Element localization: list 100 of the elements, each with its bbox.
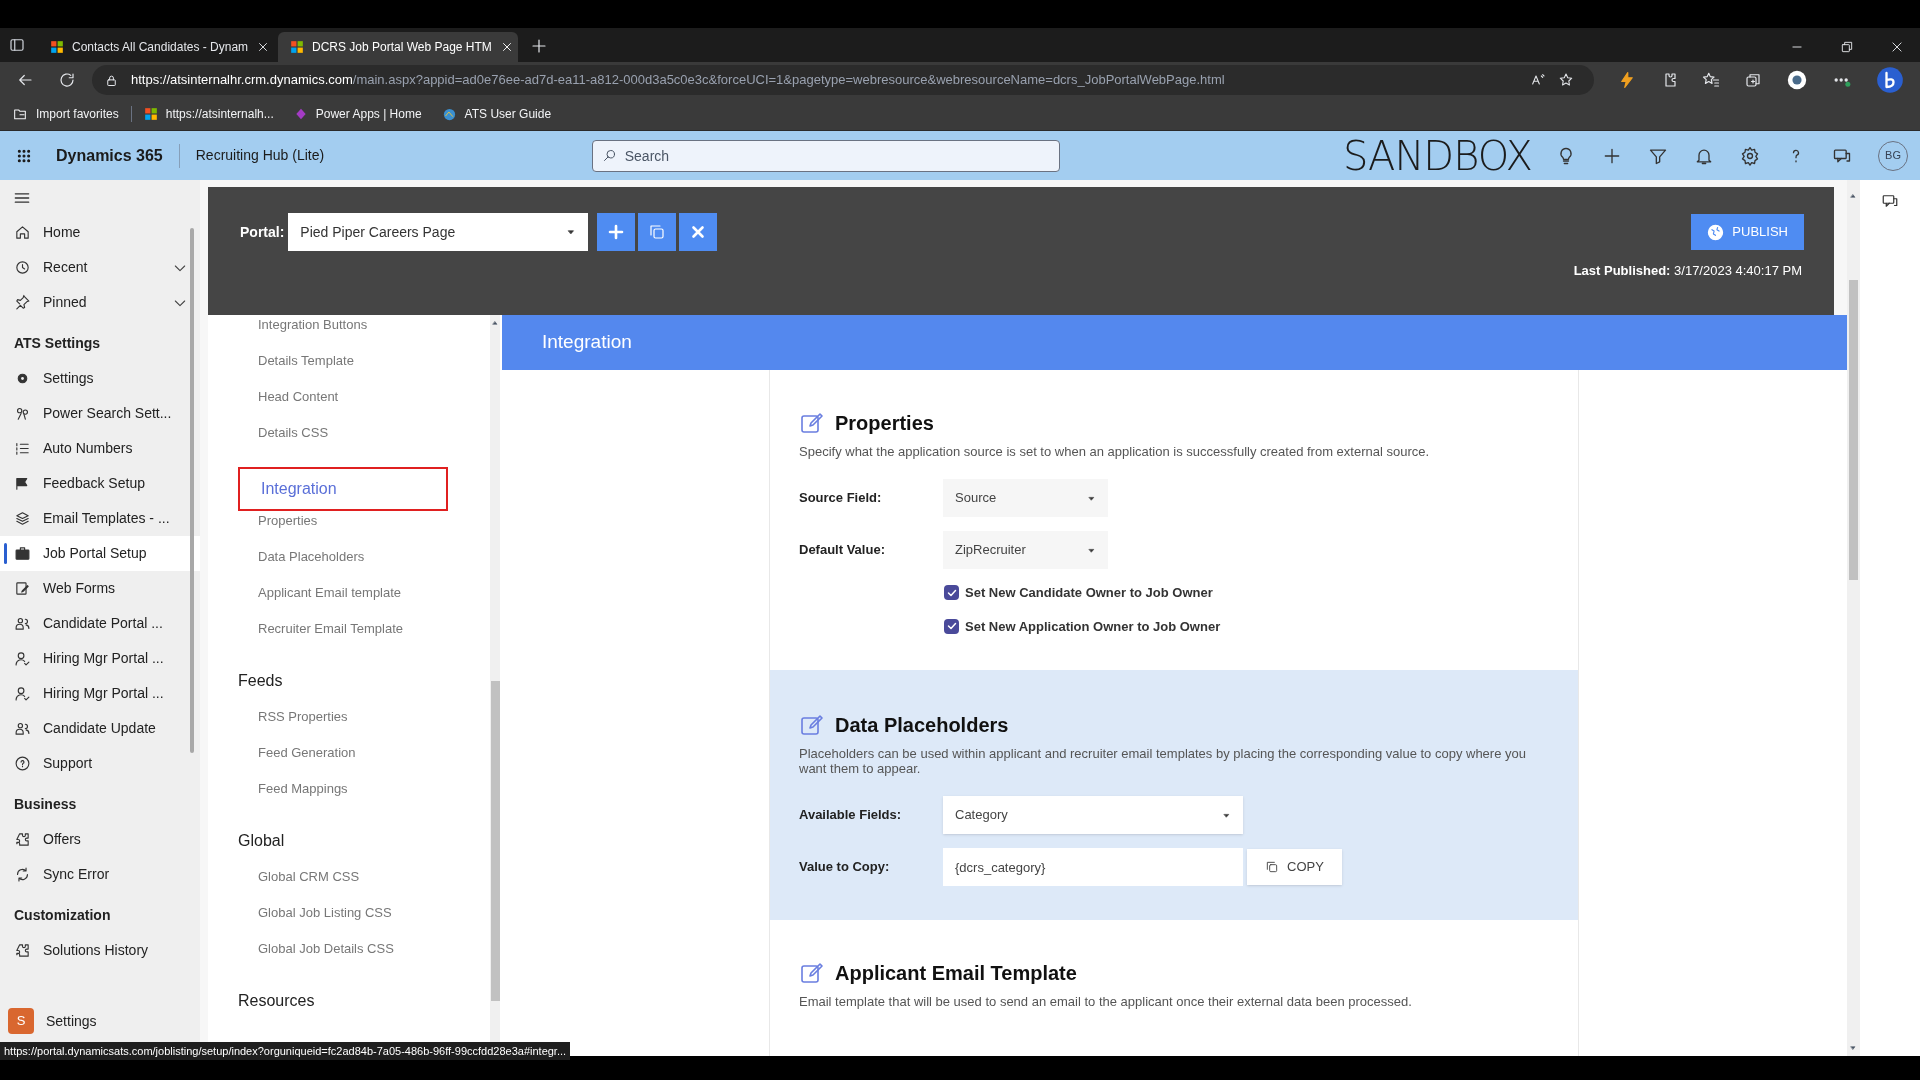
profile-icon[interactable] xyxy=(1786,69,1808,91)
copilot-icon[interactable] xyxy=(1876,66,1904,94)
new-tab-icon[interactable] xyxy=(530,37,548,55)
tab-actions-icon[interactable] xyxy=(8,36,26,54)
sidebar-item[interactable]: Email Templates - ... xyxy=(0,501,200,536)
add-button[interactable] xyxy=(597,213,636,251)
sidebar-item[interactable]: Candidate Portal ... xyxy=(0,606,200,641)
address-bar[interactable]: https://atsinternalhr.crm.dynamics.com/main.aspx?appid=ad0e76ee-ad7d-ea11-a812-000d3a5c0e3c&forceUCI=1&pagetype=webresource&webresourceName=dcrs_JobPortalWebPage.html xyxy=(92,65,1594,95)
globe-icon xyxy=(1707,223,1725,241)
person-icon xyxy=(14,650,31,667)
section-nav-item[interactable]: Head Content xyxy=(208,379,490,415)
restore-icon[interactable] xyxy=(1840,40,1854,54)
select-field[interactable]: Category xyxy=(943,796,1243,834)
sidebar-item[interactable]: Hiring Mgr Portal ... xyxy=(0,641,200,676)
puzzle-icon xyxy=(14,942,31,959)
sidebar-item[interactable]: Job Portal Setup xyxy=(0,536,200,571)
sync-icon xyxy=(14,866,31,883)
sidebar-item[interactable]: Offers xyxy=(0,822,200,857)
section-title: Properties xyxy=(835,411,934,436)
browser-tab[interactable]: Contacts All Candidates - Dynam xyxy=(38,32,278,62)
portal-label: Portal: xyxy=(240,222,285,242)
section-nav-item[interactable]: Global Job Listing CSS xyxy=(208,895,490,931)
field-label: Value to Copy: xyxy=(799,858,891,877)
favorites-icon[interactable] xyxy=(1702,71,1720,89)
scroll-up-icon[interactable] xyxy=(1849,192,1857,200)
sidebar-item[interactable]: Solutions History xyxy=(0,933,200,968)
section-description: Placeholders can be used within applicant and recruiter email templates by placing the corresponding value to copy where you want them to appear. xyxy=(799,746,1527,776)
sidebar-item[interactable]: Recent xyxy=(0,250,200,285)
field-label: Default Value: xyxy=(799,541,886,560)
pin-icon xyxy=(14,294,31,311)
bookmark[interactable]: https://atsinternalh... xyxy=(143,105,274,123)
section-nav-item[interactable]: Details CSS xyxy=(208,415,490,451)
lightning-icon[interactable] xyxy=(1618,71,1636,89)
copy-button[interactable]: COPY xyxy=(1247,849,1342,885)
section-nav-item[interactable]: RSS Properties xyxy=(208,699,490,735)
area-switcher[interactable]: Settings xyxy=(46,1010,97,1032)
select-field[interactable]: ZipRecruiter xyxy=(943,531,1108,569)
scroll-down-icon[interactable] xyxy=(1849,1044,1857,1052)
sidebar-item[interactable]: Support xyxy=(0,746,200,781)
section-nav-item[interactable]: Feed Mappings xyxy=(208,771,490,807)
collections-icon[interactable] xyxy=(1744,71,1762,89)
sidebar-heading: Customization xyxy=(13,906,112,925)
sidebar-item[interactable]: Hiring Mgr Portal ... xyxy=(0,676,200,711)
environment-label: SANDBOX xyxy=(1342,135,1532,176)
app-name: Recruiting Hub (Lite) xyxy=(194,146,326,165)
section-description: Specify what the application source is set to when an application is successfully created from external source. xyxy=(799,444,1431,459)
portal-select[interactable]: Pied Piper Careers Page xyxy=(288,213,589,251)
section-nav-item[interactable]: Data Placeholders xyxy=(208,539,490,575)
section-nav-item[interactable]: Global Job Details CSS xyxy=(208,931,490,967)
section-nav-item[interactable]: Integration Buttons xyxy=(208,315,490,343)
sidebar-item[interactable]: Auto Numbers xyxy=(0,431,200,466)
numbered-list-icon xyxy=(14,440,31,457)
scrollbar-thumb[interactable] xyxy=(190,228,194,753)
chat-icon[interactable] xyxy=(1881,192,1899,210)
scrollbar-thumb[interactable] xyxy=(1849,280,1858,580)
section-nav-group[interactable]: Resources xyxy=(238,983,490,1019)
edit-icon xyxy=(799,411,823,435)
browser-tab[interactable]: DCRS Job Portal Web Page HTM xyxy=(278,32,518,62)
people-icon xyxy=(14,720,31,737)
sidebar-item[interactable]: Power Search Sett... xyxy=(0,396,200,431)
globe-icon xyxy=(441,106,457,122)
status-url-tooltip: https://portal.dynamicsats.com/joblisting/setup/index?orguniqueid=fc2ad84b-7a05-486b-96ff-99ccfdd28e3a#integr... xyxy=(0,1042,571,1060)
section-nav-group[interactable]: Integration xyxy=(238,467,448,511)
delete-button[interactable] xyxy=(679,213,718,251)
section-nav-item[interactable]: Recruiter Email Template xyxy=(208,611,490,647)
scroll-up-icon[interactable] xyxy=(491,319,499,327)
value-field[interactable]: {dcrs_category} xyxy=(943,848,1243,886)
section-nav-item[interactable]: Applicant Email template xyxy=(208,575,490,611)
sidebar-item[interactable]: Web Forms xyxy=(0,571,200,606)
app-launcher-icon[interactable] xyxy=(16,147,32,164)
bookmark[interactable]: ATS User Guide xyxy=(441,105,552,123)
copy-icon xyxy=(648,223,667,241)
bookmark[interactable]: Power Apps | Home xyxy=(293,105,422,123)
section-nav-item[interactable]: Details Template xyxy=(208,343,490,379)
edit-icon xyxy=(799,713,823,737)
sidebar-item[interactable]: Candidate Update xyxy=(0,711,200,746)
select-field[interactable]: Source xyxy=(943,479,1108,517)
sidebar-item[interactable]: Sync Error xyxy=(0,857,200,892)
form-icon xyxy=(14,580,31,597)
favorite-add-icon[interactable] xyxy=(1558,72,1574,88)
section-nav-item[interactable]: Feed Generation xyxy=(208,735,490,771)
refresh-icon[interactable] xyxy=(58,71,76,89)
search-field[interactable]: Search xyxy=(591,139,1060,172)
checkbox[interactable] xyxy=(944,585,959,601)
copy-icon xyxy=(1265,860,1279,874)
close-icon[interactable] xyxy=(1890,40,1904,54)
sidebar-item[interactable]: Settings xyxy=(0,361,200,396)
read-aloud-icon[interactable] xyxy=(1530,72,1546,88)
section-nav-group[interactable]: Feeds xyxy=(238,663,490,699)
scrollbar-thumb[interactable] xyxy=(491,681,500,1001)
checkbox[interactable] xyxy=(944,618,959,634)
duplicate-button[interactable] xyxy=(638,213,677,251)
section-nav-group[interactable]: Global xyxy=(238,823,490,859)
sidebar-item[interactable]: Pinned xyxy=(0,285,200,320)
bookmark[interactable]: Import favorites xyxy=(12,105,119,123)
section-nav-item[interactable]: Global CRM CSS xyxy=(208,859,490,895)
lock-icon xyxy=(104,72,119,88)
sidebar-item[interactable]: Feedback Setup xyxy=(0,466,200,501)
brand-name[interactable]: Dynamics 365 xyxy=(56,143,180,168)
sidebar-item[interactable]: Home xyxy=(0,215,200,250)
